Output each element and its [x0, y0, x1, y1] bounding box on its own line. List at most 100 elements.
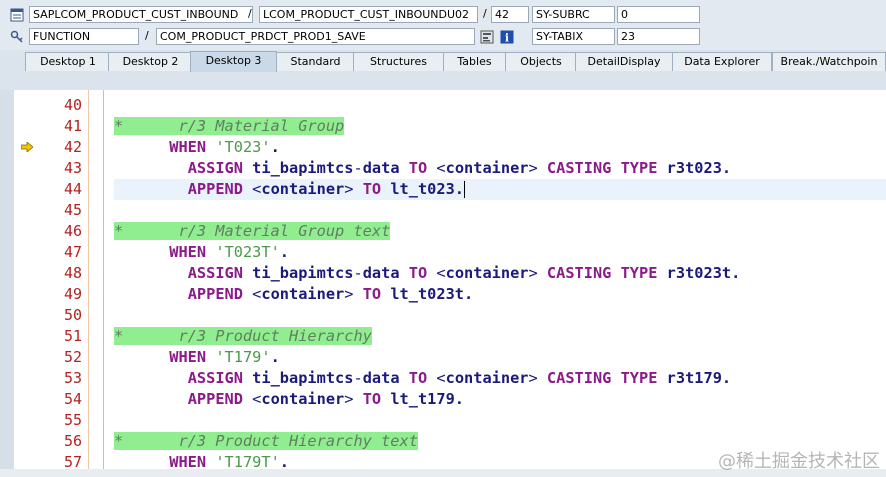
- line-number: 52: [63, 348, 82, 366]
- code-line[interactable]: 49 APPEND <container> TO lt_t023t.: [0, 284, 886, 305]
- header-row-program: SAPLCOM_PRODUCT_CUST_INBOUND / LCOM_PROD…: [0, 5, 886, 25]
- code-token: r3t023t.: [666, 264, 741, 282]
- debugger-header: SAPLCOM_PRODUCT_CUST_INBOUND / LCOM_PROD…: [0, 0, 886, 50]
- tab-objects[interactable]: Objects: [505, 52, 577, 71]
- variable-name-field[interactable]: SY-TABIX: [532, 28, 615, 45]
- code-token: CASTING TYPE: [546, 369, 667, 387]
- tab-detail-display[interactable]: DetailDisplay: [575, 52, 673, 71]
- code-token: APPEND: [187, 180, 253, 198]
- separator: /: [248, 7, 252, 20]
- code-token: <: [252, 285, 262, 303]
- code-token: container: [261, 285, 345, 303]
- line-number: 44: [63, 180, 82, 198]
- code-line[interactable]: 51 * r/3 Product Hierarchy: [0, 326, 886, 347]
- code-token: lt_t179.: [390, 390, 465, 408]
- document-icon: [10, 8, 24, 22]
- code-line[interactable]: 44 APPEND <container> TO lt_t023.: [0, 179, 886, 200]
- code-line[interactable]: 41 * r/3 Material Group: [0, 116, 886, 137]
- code-token: TO: [362, 390, 391, 408]
- tab-data-explorer[interactable]: Data Explorer: [672, 52, 772, 71]
- svg-text:i: i: [505, 32, 509, 45]
- comment: * r/3 Product Hierarchy: [114, 327, 372, 345]
- tab-standard[interactable]: Standard: [276, 52, 355, 71]
- code-line[interactable]: 52 WHEN 'T179'.: [0, 347, 886, 368]
- code-token: r3t023.: [666, 159, 732, 177]
- code-token: <: [436, 369, 446, 387]
- line-number: 49: [63, 285, 82, 303]
- code-token: -: [353, 159, 363, 177]
- code-text: * r/3 Material Group text: [114, 221, 391, 242]
- navigate-icon[interactable]: [480, 30, 494, 44]
- code-line[interactable]: 46 * r/3 Material Group text: [0, 221, 886, 242]
- code-token: container: [445, 369, 529, 387]
- code-line[interactable]: 55: [0, 410, 886, 431]
- code-line[interactable]: 42 WHEN 'T023'.: [0, 137, 886, 158]
- code-token: >: [528, 159, 547, 177]
- code-token: TO: [362, 180, 391, 198]
- line-number: 48: [63, 264, 82, 282]
- code-line[interactable]: 48 ASSIGN ti_bapimtcs-data TO <container…: [0, 263, 886, 284]
- info-icon[interactable]: i: [500, 30, 514, 44]
- separator: /: [483, 7, 487, 20]
- code-token: lt_t023t.: [390, 285, 474, 303]
- tab-desktop-3[interactable]: Desktop 3: [190, 51, 277, 72]
- arrow-right-icon[interactable]: [21, 142, 33, 152]
- code-text: * r/3 Product Hierarchy: [114, 326, 372, 347]
- event-name-field[interactable]: COM_PRODUCT_PRDCT_PROD1_SAVE: [156, 28, 475, 45]
- program-field[interactable]: SAPLCOM_PRODUCT_CUST_INBOUND: [29, 6, 253, 23]
- code-text: APPEND <container> TO lt_t179.: [114, 389, 464, 410]
- code-token: r3t179.: [666, 369, 732, 387]
- variable-value-field[interactable]: 23: [617, 28, 700, 45]
- code-token: >: [344, 180, 363, 198]
- code-text: ASSIGN ti_bapimtcs-data TO <container> C…: [114, 158, 731, 179]
- code-line[interactable]: 53 ASSIGN ti_bapimtcs-data TO <container…: [0, 368, 886, 389]
- text-cursor: [464, 181, 466, 198]
- header-row-event: FUNCTION / COM_PRODUCT_PRDCT_PROD1_SAVE …: [0, 27, 886, 47]
- tab-structures[interactable]: Structures: [353, 52, 444, 71]
- line-number: 43: [63, 159, 82, 177]
- code-token: .: [270, 138, 280, 156]
- code-line[interactable]: 45: [0, 200, 886, 221]
- code-token: <: [252, 390, 262, 408]
- line-number-field[interactable]: 42: [491, 6, 529, 23]
- code-line[interactable]: 43 ASSIGN ti_bapimtcs-data TO <container…: [0, 158, 886, 179]
- line-number: 51: [63, 327, 82, 345]
- event-type-field[interactable]: FUNCTION: [29, 28, 139, 45]
- line-number: 47: [63, 243, 82, 261]
- comment: * r/3 Material Group text: [114, 222, 391, 240]
- code-token: 'T023T': [215, 243, 280, 261]
- code-token: .: [279, 243, 290, 261]
- variable-name-field[interactable]: SY-SUBRC: [532, 6, 615, 23]
- code-line[interactable]: 47 WHEN 'T023T'.: [0, 242, 886, 263]
- source-code-editor[interactable]: 40 41 * r/3 Material Group 42 WHEN 'T023'. 4…: [0, 90, 886, 477]
- separator: /: [145, 29, 149, 42]
- code-line[interactable]: 40: [0, 95, 886, 116]
- code-text: ASSIGN ti_bapimtcs-data TO <container> C…: [114, 263, 741, 284]
- code-text: * r/3 Material Group: [114, 116, 345, 137]
- code-token: data: [362, 159, 409, 177]
- code-token: 'T023': [215, 138, 271, 156]
- tab-desktop-2[interactable]: Desktop 2: [108, 52, 193, 71]
- tab-tables[interactable]: Tables: [443, 52, 506, 71]
- code-token: ti_bapimtcs: [252, 264, 354, 282]
- code-token: container: [261, 180, 345, 198]
- tab-breakpoints-watchpoints[interactable]: Break./Watchpoin: [772, 52, 886, 71]
- code-text: ASSIGN ti_bapimtcs-data TO <container> C…: [114, 368, 731, 389]
- code-token: CASTING TYPE: [546, 159, 667, 177]
- variable-value-field[interactable]: 0: [617, 6, 700, 23]
- code-token: container: [261, 390, 345, 408]
- tab-desktop-1[interactable]: Desktop 1: [25, 52, 111, 71]
- code-token: WHEN: [169, 138, 216, 156]
- code-text: * r/3 Product Hierarchy text: [114, 431, 418, 452]
- line-number: 42: [63, 138, 82, 156]
- line-number: 56: [63, 432, 82, 450]
- code-line[interactable]: 50: [0, 305, 886, 326]
- code-token: APPEND: [187, 390, 253, 408]
- comment: * r/3 Product Hierarchy text: [114, 432, 418, 450]
- code-token: ti_bapimtcs: [252, 369, 354, 387]
- code-token: <: [436, 159, 446, 177]
- code-token: TO: [408, 369, 437, 387]
- code-token: container: [445, 159, 529, 177]
- code-line[interactable]: 54 APPEND <container> TO lt_t179.: [0, 389, 886, 410]
- include-field[interactable]: LCOM_PRODUCT_CUST_INBOUNDU02: [259, 6, 478, 23]
